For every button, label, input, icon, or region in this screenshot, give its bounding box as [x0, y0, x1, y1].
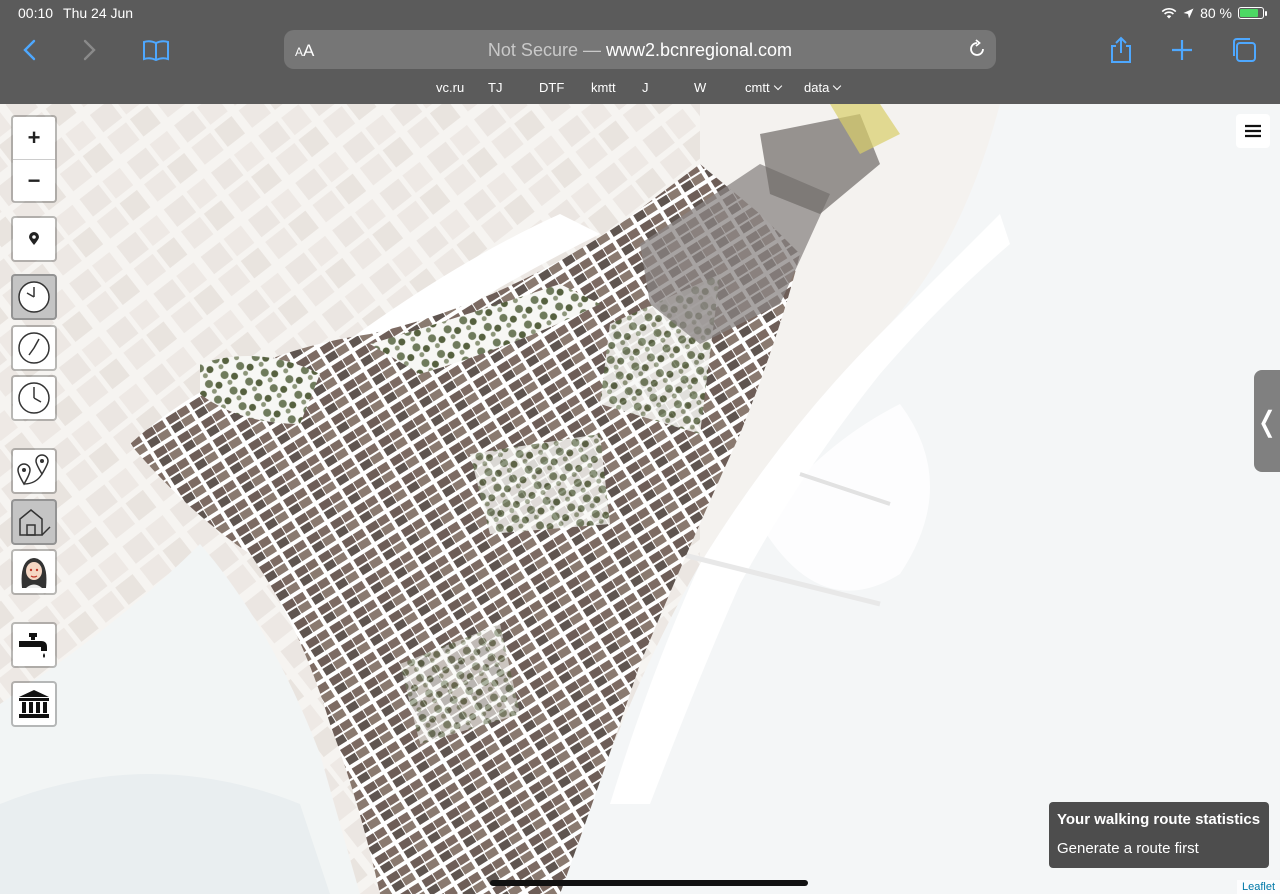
favorite-tj[interactable]: TJ [488, 80, 502, 95]
battery-icon [1238, 7, 1267, 19]
back-button[interactable] [13, 34, 45, 66]
address-bar[interactable]: AA Not Secure — www2.bcnregional.com [284, 30, 996, 69]
location-arrow-icon [1183, 8, 1194, 18]
plus-icon [1172, 40, 1192, 60]
route-pins-icon [17, 454, 49, 486]
home-indicator[interactable] [490, 880, 808, 886]
favorite-j[interactable]: J [642, 80, 649, 95]
route-control [11, 448, 57, 494]
zoom-in-button[interactable]: + [13, 117, 55, 159]
reload-icon[interactable] [967, 39, 987, 59]
faucet-icon [19, 633, 47, 658]
status-date: Thu 24 Jun [63, 5, 134, 21]
water-control [11, 622, 57, 668]
favorite-dtf[interactable]: DTF [539, 80, 564, 95]
bookmarks-button[interactable] [140, 34, 172, 66]
clock-afternoon-button[interactable] [13, 327, 55, 369]
favorite-vcru[interactable]: vc.ru [436, 80, 464, 95]
chevron-down-icon [833, 81, 842, 91]
status-time: 00:10 [18, 5, 54, 21]
route-statistics-message: Generate a route first [1057, 840, 1199, 857]
forward-button[interactable] [74, 34, 106, 66]
url-host: www2.bcnregional.com [605, 40, 793, 60]
favorite-data-folder[interactable]: data [804, 80, 842, 95]
water-fountain-button[interactable] [13, 624, 55, 666]
museum-control [11, 681, 57, 727]
locate-button[interactable] [13, 218, 55, 260]
map-tiles [0, 104, 1280, 894]
status-bar: 00:10 Thu 24 Jun 80 % [18, 5, 1267, 21]
chevron-down-icon [773, 81, 782, 91]
favorite-cmtt-folder[interactable]: cmtt [745, 80, 782, 95]
wifi-icon [1161, 7, 1177, 19]
zoom-out-button[interactable]: − [13, 159, 55, 201]
chevron-right-icon [83, 39, 96, 61]
leaflet-attribution-link[interactable]: Leaflet [1236, 880, 1280, 894]
buildings-control [11, 499, 57, 545]
museum-icon [19, 690, 49, 718]
route-statistics-panel: Your walking route statistics Generate a… [1049, 802, 1269, 868]
clock-icon [18, 281, 50, 313]
time-control-evening [11, 375, 57, 421]
chevron-left-icon: ❬ [1255, 405, 1279, 437]
avatar-button[interactable] [13, 551, 55, 593]
tabs-icon [1233, 38, 1256, 62]
clock-icon [18, 332, 50, 364]
browser-chrome: 00:10 Thu 24 Jun 80 % AA Not Secure — ww… [0, 0, 1280, 104]
sidebar-toggle-tab[interactable]: ❬ [1254, 370, 1280, 472]
favorite-w[interactable]: W [694, 80, 706, 95]
zoom-control: + − [11, 115, 57, 203]
map-pin-icon [29, 232, 39, 245]
buildings-button[interactable] [13, 501, 55, 543]
share-button[interactable] [1105, 34, 1137, 66]
tabs-button[interactable] [1228, 34, 1260, 66]
new-tab-button[interactable] [1166, 34, 1198, 66]
not-secure-label: Not Secure — [487, 40, 606, 60]
route-statistics-title: Your walking route statistics [1057, 811, 1261, 828]
map-view[interactable]: + − ❬ Your walking route statistics Gene… [0, 104, 1280, 894]
chevron-left-icon [23, 39, 36, 61]
battery-percent: 80 % [1200, 5, 1232, 21]
clock-icon [18, 382, 50, 414]
favorites-bar: vc.ru TJ DTF kmtt J W cmtt data [0, 80, 1280, 96]
time-control-afternoon [11, 325, 57, 371]
favorite-kmtt[interactable]: kmtt [591, 80, 616, 95]
clock-morning-button[interactable] [13, 276, 55, 318]
hamburger-icon [1245, 124, 1261, 138]
locate-control [11, 216, 57, 262]
layers-menu-button[interactable] [1236, 114, 1270, 148]
time-control-morning [11, 274, 57, 320]
share-icon [1111, 36, 1131, 63]
url-text: Not Secure — www2.bcnregional.com [284, 40, 996, 61]
woman-avatar-icon [21, 558, 47, 588]
clock-evening-button[interactable] [13, 377, 55, 419]
book-icon [143, 40, 169, 61]
avatar-control [11, 549, 57, 595]
house-icon [19, 509, 51, 536]
museum-button[interactable] [13, 683, 55, 725]
route-button[interactable] [13, 450, 55, 492]
